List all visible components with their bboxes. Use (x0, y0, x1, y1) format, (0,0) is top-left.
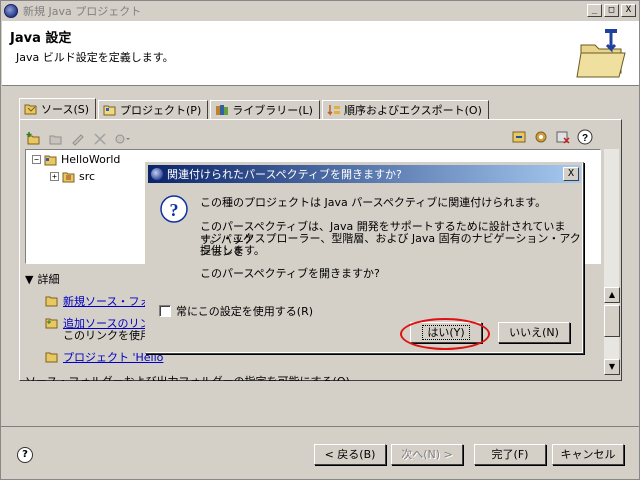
delete-source-icon[interactable] (555, 129, 571, 145)
dialog-close-button[interactable]: X (563, 167, 579, 181)
details-scrollbar[interactable]: ▲ ▼ (603, 149, 620, 375)
page-description: Java ビルド設定を定義します。 (16, 51, 174, 64)
folder-name: src (79, 170, 96, 183)
project-icon (103, 105, 116, 116)
package-folder-icon (62, 172, 75, 182)
remove-icon (94, 133, 106, 145)
tab-bar: ソース(S) プロジェクト(P) ライブラリー(L) 順序およびエクスポート(O… (19, 98, 491, 120)
dialog-message-1: この種のプロジェクトは Java パースペクティブに関連付けられます。 (200, 196, 547, 209)
wizard-button-bar: ? < 戻る(B) 次へ(N) > 完了(F) キャンセル (1, 426, 639, 480)
output-folder-option[interactable]: ソース・フォルダーおよび出力フォルダーの指定を可能にする(O) (25, 373, 350, 381)
tab-libraries[interactable]: ライブラリー(L) (210, 100, 320, 120)
question-icon: ? (160, 195, 188, 223)
page-title: Java 設定 (10, 31, 72, 46)
dialog-title-bar: 関連付けられたパースペクティブを開きますか? X (148, 165, 581, 183)
filter-dropdown-icon (115, 134, 130, 144)
add-folder-icon[interactable] (26, 131, 42, 147)
details-label: 詳細 (37, 273, 60, 286)
close-button[interactable]: X (621, 4, 636, 17)
java-project-folder-icon (576, 29, 626, 78)
tab-order-export-label: 順序およびエクスポート(O) (343, 104, 482, 117)
cancel-button[interactable]: キャンセル (552, 444, 624, 465)
tab-source-label: ソース(S) (41, 103, 90, 116)
help-icon[interactable]: ? (577, 129, 593, 145)
expand-icon[interactable]: + (50, 172, 59, 181)
remember-checkbox-label: 常にこの設定を使用する(R) (176, 305, 314, 318)
window-title: 新規 Java プロジェクト (23, 5, 142, 18)
tab-libraries-label: ライブラリー(L) (232, 104, 313, 117)
dialog-question: このパースペクティブを開きますか? (200, 267, 380, 280)
remember-checkbox-box[interactable] (159, 305, 171, 317)
order-export-icon (327, 105, 340, 116)
library-icon (216, 105, 229, 115)
collapse-icon[interactable]: − (32, 155, 41, 164)
source-toolbar (26, 129, 130, 149)
yes-button[interactable]: はい(Y) (410, 322, 482, 343)
java-project-icon (44, 155, 57, 165)
project-folder-icon (45, 352, 58, 363)
tree-node-src[interactable]: + src (50, 170, 95, 183)
dialog-message-4: 提供します。 (200, 244, 265, 257)
dialog-eclipse-icon (151, 168, 163, 180)
yes-button-label: はい(Y) (422, 325, 470, 340)
wizard-header: Java 設定 Java ビルド設定を定義します。 (2, 21, 639, 86)
eclipse-icon (4, 4, 18, 18)
details-section-header[interactable]: ▼ 詳細 (25, 271, 59, 287)
back-button[interactable]: < 戻る(B) (314, 444, 386, 465)
open-perspective-dialog: 関連付けられたパースペクティブを開きますか? X ? この種のプロジェクトは J… (145, 162, 584, 354)
tab-source[interactable]: ソース(S) (19, 98, 97, 120)
svg-text:?: ? (582, 133, 588, 144)
svg-text:?: ? (170, 200, 179, 220)
minimize-button[interactable]: _ (587, 4, 602, 17)
right-toolbar: ? (511, 129, 593, 145)
configure-icon[interactable] (533, 129, 549, 145)
source-folder-icon (24, 104, 37, 115)
next-button: 次へ(N) > (391, 444, 463, 465)
scroll-down-icon[interactable]: ▼ (604, 359, 620, 375)
maximize-button[interactable]: □ (604, 4, 619, 17)
new-folder-icon (45, 296, 58, 307)
tree-node-project[interactable]: − HelloWorld (32, 153, 120, 166)
help-button[interactable]: ? (17, 447, 33, 463)
dialog-title: 関連付けられたパースペクティブを開きますか? (167, 168, 402, 181)
project-name: HelloWorld (61, 153, 121, 166)
tab-projects[interactable]: プロジェクト(P) (98, 100, 209, 120)
finish-button[interactable]: 完了(F) (474, 444, 546, 465)
details-expand-icon: ▼ (25, 272, 34, 286)
scroll-up-icon[interactable]: ▲ (604, 287, 620, 303)
tab-projects-label: プロジェクト(P) (120, 104, 202, 117)
link-folder-icon (49, 135, 62, 145)
remember-checkbox[interactable]: 常にこの設定を使用する(R) (159, 303, 313, 319)
no-button[interactable]: いいえ(N) (498, 322, 570, 343)
link-folder-add-icon (45, 318, 58, 329)
title-bar: 新規 Java プロジェクト _ □ X (1, 1, 639, 21)
tab-order-export[interactable]: 順序およびエクスポート(O) (321, 100, 489, 120)
new-source-folder-link[interactable]: 新規ソース・フォル (45, 293, 161, 309)
edit-icon (72, 134, 84, 146)
link-source-icon[interactable] (511, 129, 527, 145)
scroll-thumb[interactable] (604, 305, 620, 337)
